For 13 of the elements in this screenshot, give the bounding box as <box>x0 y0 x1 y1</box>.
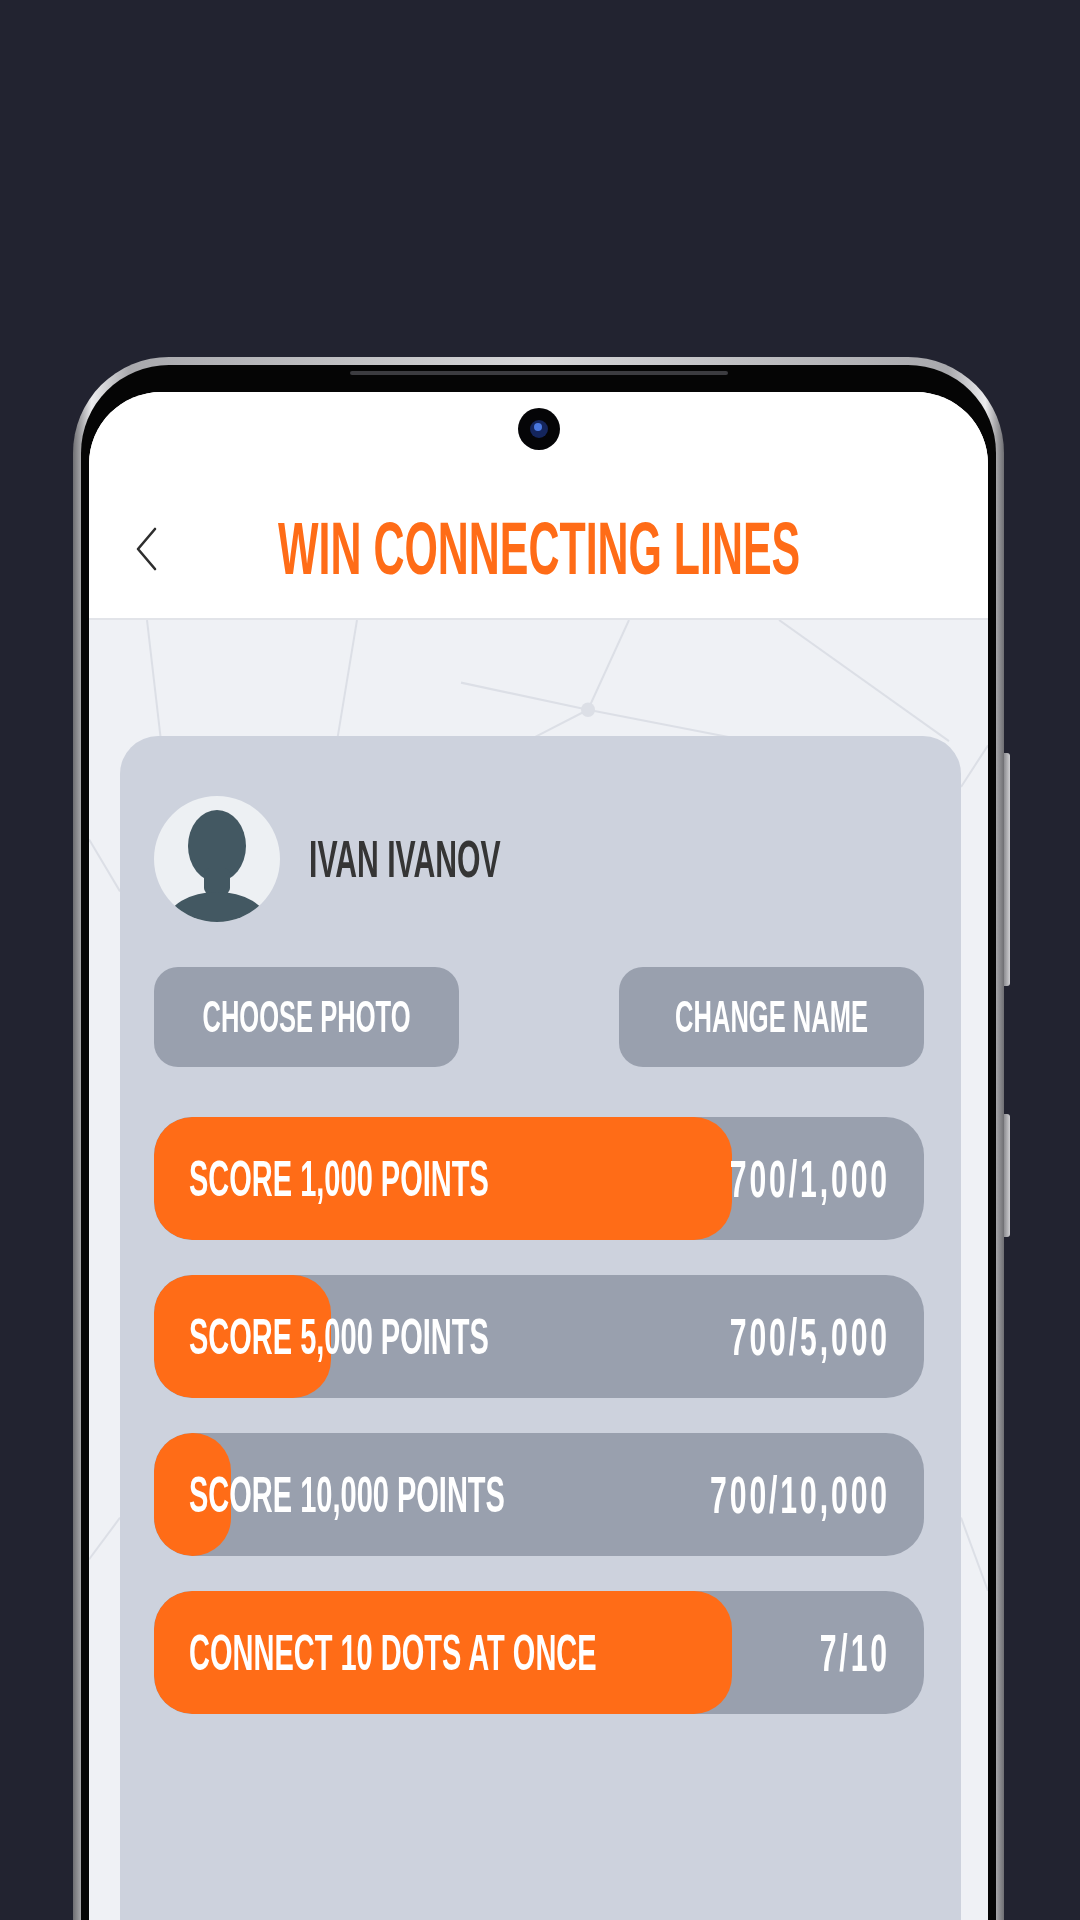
side-button[interactable] <box>1004 1114 1010 1237</box>
screen-title: WIN CONNECTING LINES <box>278 512 801 586</box>
achievement-label: SCORE 1,000 POINTS <box>189 1153 489 1204</box>
user-name: IVAN IVANOV <box>309 833 501 885</box>
achievement-label: CONNECT 10 DOTS AT ONCE <box>189 1627 597 1678</box>
progress-reading: 700/10,000 <box>710 1468 890 1521</box>
choose-photo-button[interactable]: CHOOSE PHOTO <box>154 967 459 1067</box>
change-name-button[interactable]: CHANGE NAME <box>619 967 924 1067</box>
progress-reading: 700/5,000 <box>729 1310 890 1363</box>
person-silhouette-icon <box>154 796 280 922</box>
side-button[interactable] <box>1004 753 1010 986</box>
back-icon[interactable] <box>135 527 157 571</box>
progress-reading: 7/10 <box>819 1626 890 1679</box>
